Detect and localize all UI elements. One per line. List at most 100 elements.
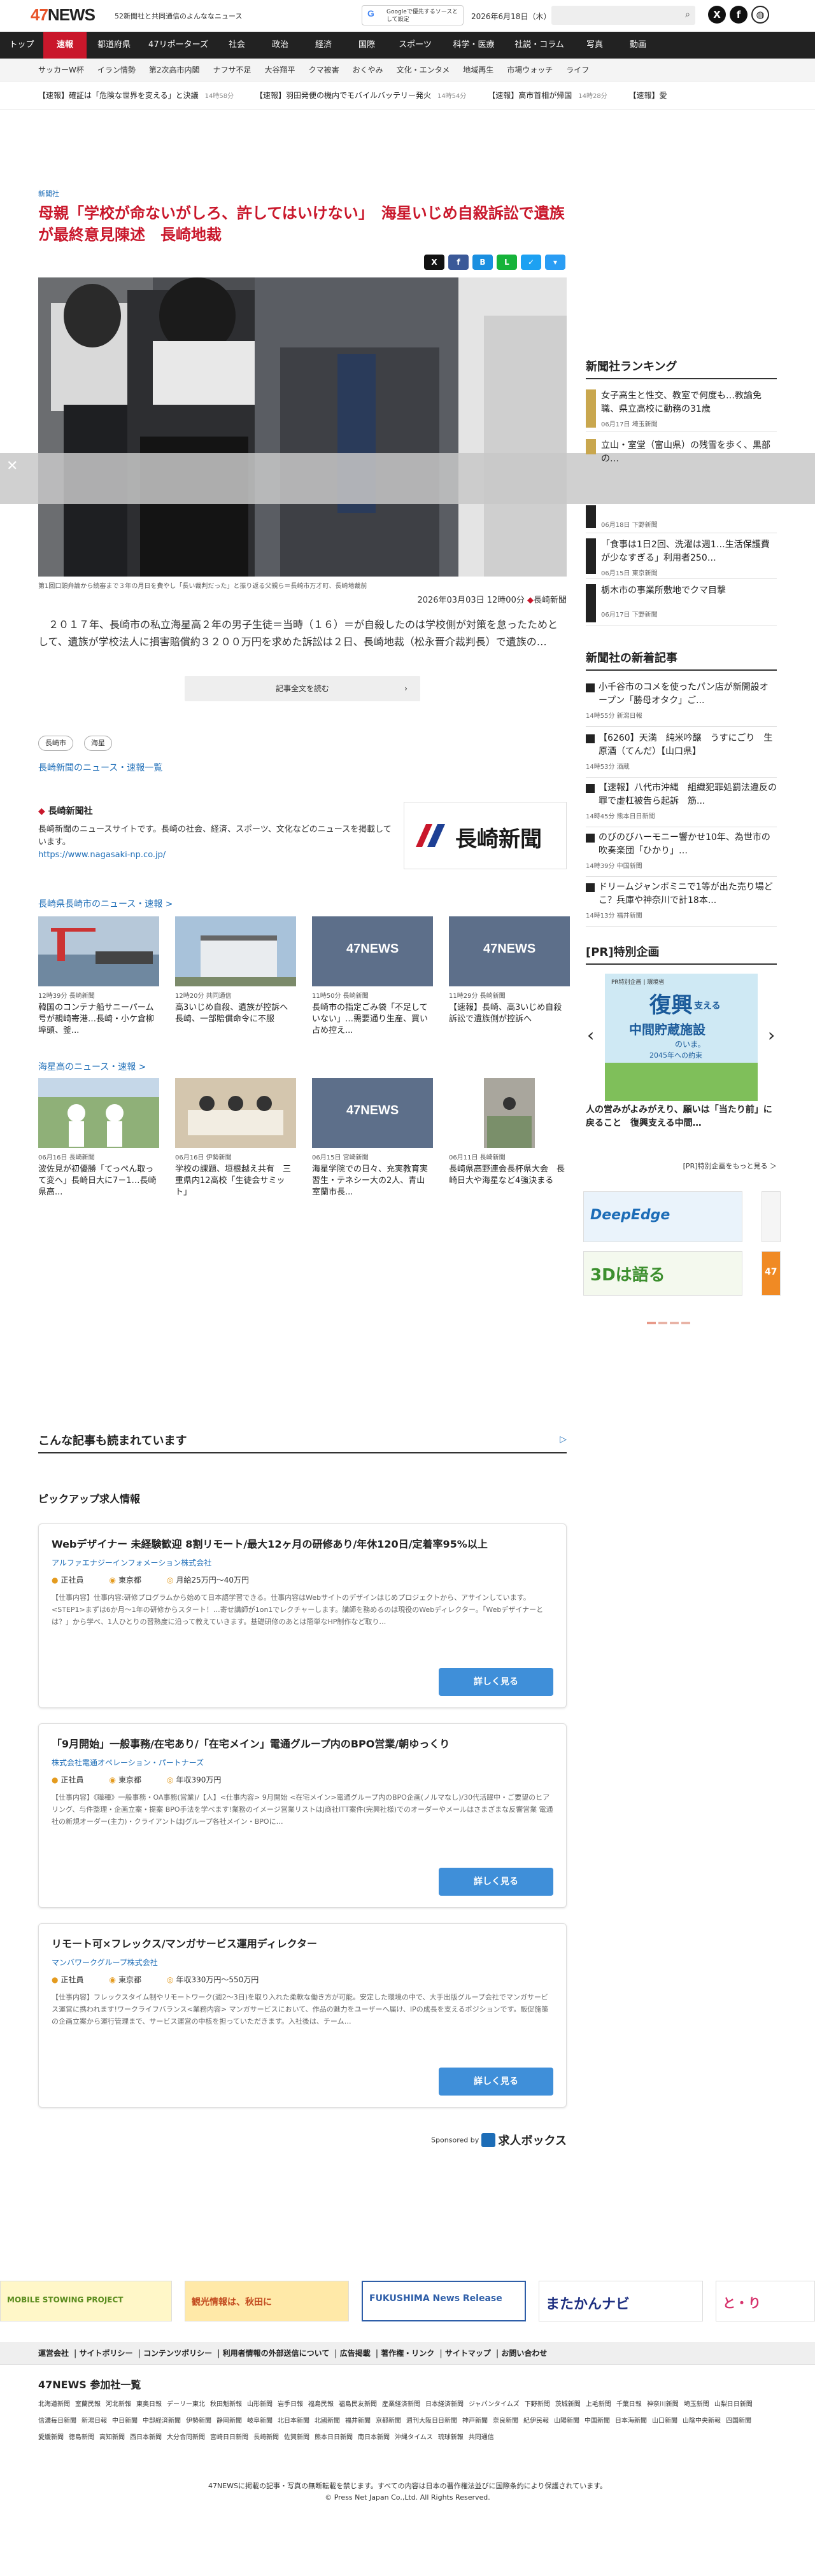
x-icon[interactable]: X	[708, 6, 726, 24]
paper-link[interactable]: 東奥日報	[136, 2397, 162, 2413]
sponsored-by[interactable]: Sponsored by 求人ボックス	[395, 2132, 567, 2148]
paper-link[interactable]: 大分合同新聞	[167, 2430, 205, 2446]
subnav-item[interactable]: サッカーW杯	[38, 59, 84, 81]
ad-banner-47[interactable]: 47	[762, 1251, 781, 1296]
paper-link[interactable]: 佐賀新聞	[284, 2430, 309, 2446]
nav-video[interactable]: 動画	[616, 32, 660, 59]
paper-link[interactable]: 宮崎日日新聞	[210, 2430, 248, 2446]
job-detail-button[interactable]: 詳しく見る	[439, 2068, 553, 2096]
latest-item[interactable]: 【速報】八代市沖縄 組織犯罪処罰法違反の罪で虚杠被告ら起訴 筋... 14時45分…	[586, 781, 777, 827]
news-card[interactable]: 06月16日 伊勢新聞 学校の課題、垣根越え共有 三重県内12高校「生徒会サミッ…	[175, 1078, 296, 1198]
paper-link[interactable]: 山梨日日新聞	[714, 2397, 753, 2413]
google-preferred-source-button[interactable]: G Googleで優先するソースとして設定	[362, 5, 464, 25]
paper-link[interactable]: 徳島新聞	[69, 2430, 94, 2446]
paper-link[interactable]: 日本経済新聞	[425, 2397, 464, 2413]
nav-top[interactable]: トップ	[0, 32, 43, 59]
paper-link[interactable]: 中部経済新聞	[143, 2413, 181, 2430]
section-title[interactable]: 海星高のニュース・速報 >	[38, 1060, 146, 1073]
paper-link[interactable]: 南日本新聞	[358, 2430, 390, 2446]
paper-link[interactable]: 秋田魁新報	[210, 2397, 242, 2413]
nav-politics[interactable]: 政治	[259, 32, 302, 59]
paper-link[interactable]: 琉球新報	[438, 2430, 464, 2446]
read-more-button[interactable]: 記事全文を読む ›	[185, 676, 420, 701]
ad-banner-3d[interactable]: 3Dは語る	[583, 1251, 742, 1296]
paper-link[interactable]: 埼玉新聞	[684, 2397, 709, 2413]
paper-link[interactable]: 西日本新聞	[130, 2430, 162, 2446]
footer-link[interactable]: 運営会社	[38, 2342, 69, 2365]
news-card[interactable]: 06月11日 長崎新聞 長崎県高野連会長杯県大会 長崎日大や海星など4強決まる	[449, 1078, 570, 1198]
news-card[interactable]: 12時39分 長崎新聞 韓国のコンテナ船サニーパーム号が親崎寄港…長崎・小ケ倉柳…	[38, 916, 159, 1037]
paper-link[interactable]: 岐阜新聞	[247, 2413, 273, 2430]
nav-prefectures[interactable]: 都道府県	[87, 32, 141, 59]
news-card[interactable]: 47NEWS 11時50分 長崎新聞 長崎市の指定ごみ袋「不足していない」…需要…	[312, 916, 433, 1037]
publisher-news-link[interactable]: 長崎新聞のニュース・速報一覧	[38, 761, 162, 774]
paper-link[interactable]: ジャパンタイムズ	[469, 2397, 520, 2413]
job-title[interactable]: 「9月開始」一般事務/在宅あり/「在宅メイン」電通グループ内のBPO営業/朝ゆっ…	[52, 1737, 553, 1752]
paper-link[interactable]: 四国新聞	[726, 2413, 751, 2430]
subnav-item[interactable]: 大谷翔平	[265, 59, 295, 81]
partner-banner[interactable]: MOBILE STOWING PROJECT	[0, 2281, 172, 2321]
subnav-item[interactable]: クマ被害	[309, 59, 339, 81]
paper-link[interactable]: 茨城新聞	[555, 2397, 581, 2413]
nav-breaking[interactable]: 速報	[43, 32, 87, 59]
paper-link[interactable]: 伊勢新聞	[186, 2413, 211, 2430]
paper-link[interactable]: 高知新聞	[99, 2430, 125, 2446]
news-card[interactable]: 47NEWS 06月15日 宮崎新聞 海星学院での日々、充実教育実習生・テネシー…	[312, 1078, 433, 1198]
pr-caption[interactable]: 人の営みがよみがえり、願いは「当たり前」に戻ること 復興支える中間…	[586, 1103, 777, 1130]
paper-link[interactable]: 沖縄タイムス	[395, 2430, 433, 2446]
paper-link[interactable]: 上毛新聞	[586, 2397, 611, 2413]
news-card[interactable]: 06月16日 長崎新聞 波佐見が初優勝「てっぺん取って変へ」長崎日大に7－1…長…	[38, 1078, 159, 1198]
ticker-item[interactable]: 【速報】確証は「危険な世界を変える」と決議	[38, 81, 199, 109]
pr-more-link[interactable]: [PR]特別企画をもっと見る ＞	[586, 1161, 777, 1171]
ticker-item[interactable]: 【速報】高市首相が帰国	[488, 81, 572, 109]
paper-link[interactable]: 福島民報	[308, 2397, 334, 2413]
paper-link[interactable]: 北海道新聞	[38, 2397, 70, 2413]
nav-science[interactable]: 科学・医療	[442, 32, 506, 59]
paper-link[interactable]: 京都新聞	[376, 2413, 401, 2430]
publisher-logo[interactable]: 長崎新聞	[404, 802, 567, 869]
ranking-item[interactable]: 06月18日 下野新聞	[586, 505, 777, 533]
publisher-url[interactable]: https://www.nagasaki-np.co.jp/	[38, 850, 166, 860]
paper-link[interactable]: 共同通信	[469, 2430, 494, 2446]
ranking-item[interactable]: 栃木市の事業所敷地でクマ目撃 06月17日 下野新聞	[586, 584, 777, 626]
footer-link[interactable]: サイトマップ	[445, 2342, 491, 2365]
ad-banner-extra[interactable]	[762, 1191, 781, 1242]
paper-link[interactable]: 北日本新聞	[278, 2413, 309, 2430]
footer-link[interactable]: 利用者情報の外部送信について	[223, 2342, 330, 2365]
nav-economy[interactable]: 経済	[302, 32, 345, 59]
share-x-icon[interactable]: X	[424, 255, 444, 270]
ad-choices-icon[interactable]: ▷	[560, 1434, 567, 1445]
subnav-item[interactable]: ナフサ不足	[213, 59, 252, 81]
ranking-item[interactable]: 「食事は1日2回、洗濯は週1…生活保護費が少なすぎる」利用者250… 06月15…	[586, 538, 777, 579]
job-detail-button[interactable]: 詳しく見る	[439, 1668, 553, 1696]
news-card[interactable]: 12時20分 共同通信 高3いじめ自殺、遺族が控訴へ 長崎、一部賠償命令に不服	[175, 916, 296, 1037]
paper-link[interactable]: 山口新聞	[652, 2413, 677, 2430]
globe-icon[interactable]: ◍	[751, 6, 769, 24]
paper-link[interactable]: 中国新聞	[585, 2413, 610, 2430]
article-publisher[interactable]: 長崎新聞	[534, 596, 567, 605]
subnav-item[interactable]: イラン情勢	[97, 59, 136, 81]
close-icon[interactable]: ✕	[6, 458, 18, 474]
article-source[interactable]: 新聞社	[38, 188, 59, 199]
paper-link[interactable]: 山陽新聞	[554, 2413, 579, 2430]
paper-link[interactable]: 室蘭民報	[75, 2397, 101, 2413]
paper-link[interactable]: 中日新聞	[112, 2413, 138, 2430]
paper-link[interactable]: 神戸新聞	[462, 2413, 488, 2430]
paper-link[interactable]: 産業経済新聞	[382, 2397, 420, 2413]
site-logo[interactable]: 47NEWS	[31, 5, 96, 25]
ranking-item[interactable]: 女子高生と性交、教室で何度も…教諭免職、県立高校に勤務の31歳 06月17日 埼…	[586, 389, 777, 431]
paper-link[interactable]: 下野新聞	[525, 2397, 550, 2413]
partner-banner[interactable]: と・り	[716, 2281, 815, 2321]
nav-sports[interactable]: スポーツ	[388, 32, 442, 59]
ranking-item[interactable]: 立山・室堂（富山県）の残雪を歩く、黒部の…	[586, 439, 777, 464]
share-bookmark-icon[interactable]: ▾	[545, 255, 565, 270]
footer-link[interactable]: コンテンツポリシー	[143, 2342, 212, 2365]
nav-international[interactable]: 国際	[345, 32, 388, 59]
subnav-item[interactable]: 市場ウォッチ	[507, 59, 553, 81]
subnav-item[interactable]: 第2次高市内閣	[149, 59, 200, 81]
paper-link[interactable]: 日本海新聞	[615, 2413, 647, 2430]
nav-society[interactable]: 社会	[215, 32, 259, 59]
search-icon[interactable]: ⌕	[685, 10, 690, 20]
job-title[interactable]: リモート可×フレックス/マンガサービス運用ディレクター	[52, 1936, 553, 1952]
job-card[interactable]: リモート可×フレックス/マンガサービス運用ディレクター マンバワークグループ株式…	[38, 1923, 567, 2108]
